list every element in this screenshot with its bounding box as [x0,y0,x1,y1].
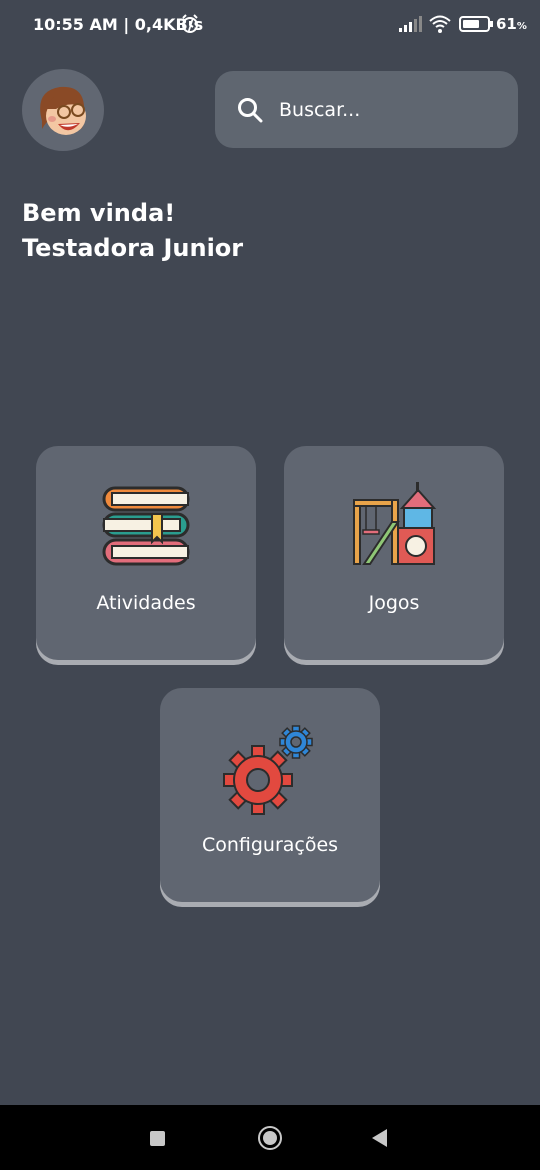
home-icon[interactable] [258,1126,282,1150]
recent-apps-icon[interactable] [150,1131,165,1146]
books-icon [102,486,190,566]
configuracoes-label: Configurações [201,834,339,856]
gears-icon [223,725,313,815]
user-name: Testadora Junior [22,234,244,262]
jogos-card[interactable]: Jogos [284,446,504,660]
greeting-line: Bem vinda! [22,199,176,227]
status-time: 10:55 AM | 0,4KB/s [33,15,204,34]
greeting: Bem vinda! Testadora Junior [22,196,243,266]
atividades-card[interactable]: Atividades [36,446,256,660]
playground-icon [353,482,437,565]
configuracoes-card[interactable]: Configurações [160,688,380,902]
battery-icon [459,16,493,32]
avatar[interactable] [22,69,104,151]
system-nav-bar [0,1105,540,1170]
search-bar[interactable] [215,71,518,148]
atividades-label: Atividades [96,592,196,614]
search-icon [238,98,263,123]
signal-icon [399,16,422,32]
back-icon[interactable] [372,1129,387,1147]
battery-percent: 61% [496,15,527,33]
search-input[interactable] [279,93,499,127]
girl-avatar-icon [40,86,86,135]
wifi-icon [429,15,451,33]
jogos-label: Jogos [368,592,420,614]
alarm-icon [182,14,198,33]
status-bar: 10:55 AM | 0,4KB/s 61% [0,0,540,50]
